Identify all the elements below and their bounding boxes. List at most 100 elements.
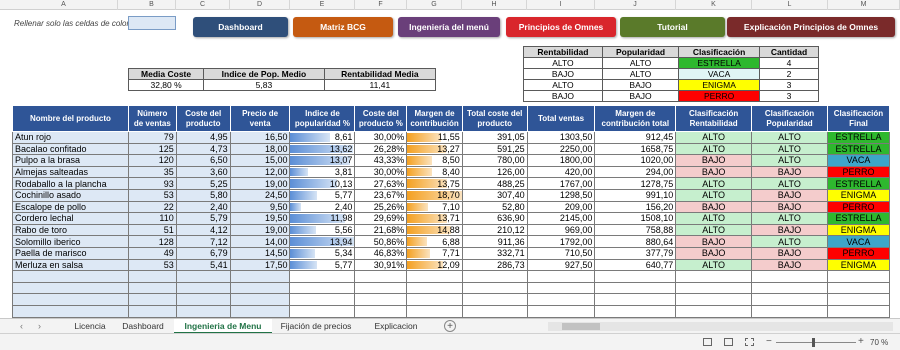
classification-cell[interactable]: BAJO [523,68,603,80]
classification-cell[interactable]: VACA [678,68,760,80]
table-cell[interactable]: BAJO [675,246,753,260]
table-cell[interactable]: 7,71 [406,246,463,260]
table-cell[interactable]: 210,12 [461,223,528,237]
table-cell[interactable] [354,281,408,295]
table-cell[interactable]: 79 [127,131,177,144]
table-cell[interactable] [127,293,177,306]
table-cell[interactable]: 27,63% [354,177,408,190]
classification-cell[interactable]: 3 [759,79,819,91]
table-cell[interactable]: ALTO [675,131,753,144]
table-cell[interactable] [354,270,408,283]
table-cell[interactable]: ALTO [675,212,753,225]
table-cell[interactable] [675,281,753,295]
table-cell[interactable] [12,293,129,306]
table-cell[interactable]: 15,00 [229,154,291,167]
table-cell[interactable]: Pulpo a la brasa [12,154,129,167]
table-cell[interactable]: 51 [127,223,177,237]
table-cell[interactable]: 710,50 [526,246,596,260]
table-cell[interactable]: BAJO [751,188,828,202]
table-cell[interactable]: 11,98 [289,212,356,225]
table-cell[interactable] [229,281,291,295]
table-cell[interactable]: 46,83% [354,246,408,260]
table-cell[interactable]: 19,00 [229,177,291,190]
table-cell[interactable]: 991,10 [594,188,677,202]
table-cell[interactable]: 4,12 [175,223,231,237]
table-cell[interactable]: 1303,50 [526,131,596,144]
table-cell[interactable]: 420,00 [526,165,596,179]
table-cell[interactable]: ALTO [751,142,828,156]
table-cell[interactable] [675,304,753,318]
table-cell[interactable]: 21,68% [354,223,408,237]
table-cell[interactable]: VACA [826,235,891,248]
table-cell[interactable]: 5,77 [289,188,356,202]
table-cell[interactable]: 1298,50 [526,188,596,202]
table-cell[interactable]: 13,62 [289,142,356,156]
table-cell[interactable] [526,304,596,318]
horizontal-scrollbar[interactable] [548,322,893,331]
table-cell[interactable]: ALTO [675,223,753,237]
column-header-l[interactable]: L [752,0,828,10]
table-cell[interactable]: Paella de marisco [12,246,129,260]
table-cell[interactable] [127,304,177,318]
table-cell[interactable]: 391,05 [461,131,528,144]
table-cell[interactable]: 24,50 [229,188,291,202]
table-cell[interactable]: 636,90 [461,212,528,225]
table-cell[interactable]: 30,91% [354,258,408,272]
table-cell[interactable] [175,304,231,318]
table-cell[interactable] [751,293,828,306]
table-cell[interactable]: 1792,00 [526,235,596,248]
table-cell[interactable]: 640,77 [594,258,677,272]
page-break-icon[interactable] [745,338,754,346]
table-cell[interactable]: 1278,75 [594,177,677,190]
table-cell[interactable]: 13,07 [289,154,356,167]
table-cell[interactable] [751,270,828,283]
table-cell[interactable] [675,270,753,283]
column-header-f[interactable]: F [355,0,407,10]
table-cell[interactable]: 5,56 [289,223,356,237]
table-cell[interactable]: BAJO [751,258,828,272]
table-cell[interactable]: 49 [127,246,177,260]
table-cell[interactable]: Rabo de toro [12,223,129,237]
table-cell[interactable]: 14,88 [406,223,463,237]
table-cell[interactable] [289,270,356,283]
table-cell[interactable]: 13,75 [406,177,463,190]
table-cell[interactable]: 14,00 [229,235,291,248]
table-cell[interactable]: Solomillo iberico [12,235,129,248]
column-header-e[interactable]: E [290,0,355,10]
table-cell[interactable] [12,270,129,283]
classification-cell[interactable]: ESTRELLA [678,57,760,69]
table-cell[interactable]: 156,20 [594,200,677,214]
table-cell[interactable]: 18,70 [406,188,463,202]
table-cell[interactable]: ALTO [751,154,828,167]
column-header-c[interactable]: C [176,0,230,10]
sheet-tab-licencia[interactable]: Licencia [68,319,112,334]
table-cell[interactable]: ENIGMA [826,258,891,272]
table-cell[interactable]: 12,09 [406,258,463,272]
table-cell[interactable]: 8,61 [289,131,356,144]
table-cell[interactable]: 912,45 [594,131,677,144]
table-cell[interactable] [751,304,828,318]
table-cell[interactable]: 1800,00 [526,154,596,167]
table-cell[interactable] [354,293,408,306]
table-cell[interactable] [461,293,528,306]
table-cell[interactable]: 286,73 [461,258,528,272]
table-cell[interactable]: BAJO [751,223,828,237]
nav-button-tutorial[interactable]: Tutorial [620,17,725,37]
table-cell[interactable] [127,281,177,295]
table-cell[interactable]: 2145,00 [526,212,596,225]
table-cell[interactable]: 29,69% [354,212,408,225]
table-cell[interactable] [526,281,596,295]
column-header-g[interactable]: G [407,0,462,10]
table-cell[interactable]: 488,25 [461,177,528,190]
classification-cell[interactable]: ALTO [523,57,603,69]
table-cell[interactable]: 120 [127,154,177,167]
table-cell[interactable]: 7,12 [175,235,231,248]
table-cell[interactable]: Atun rojo [12,131,129,144]
table-cell[interactable]: 13,71 [406,212,463,225]
table-cell[interactable]: 5,25 [175,177,231,190]
table-cell[interactable]: 26,28% [354,142,408,156]
classification-cell[interactable]: BAJO [601,90,680,102]
classification-cell[interactable]: 4 [759,57,819,69]
table-cell[interactable] [406,270,463,283]
table-cell[interactable]: 1767,00 [526,177,596,190]
